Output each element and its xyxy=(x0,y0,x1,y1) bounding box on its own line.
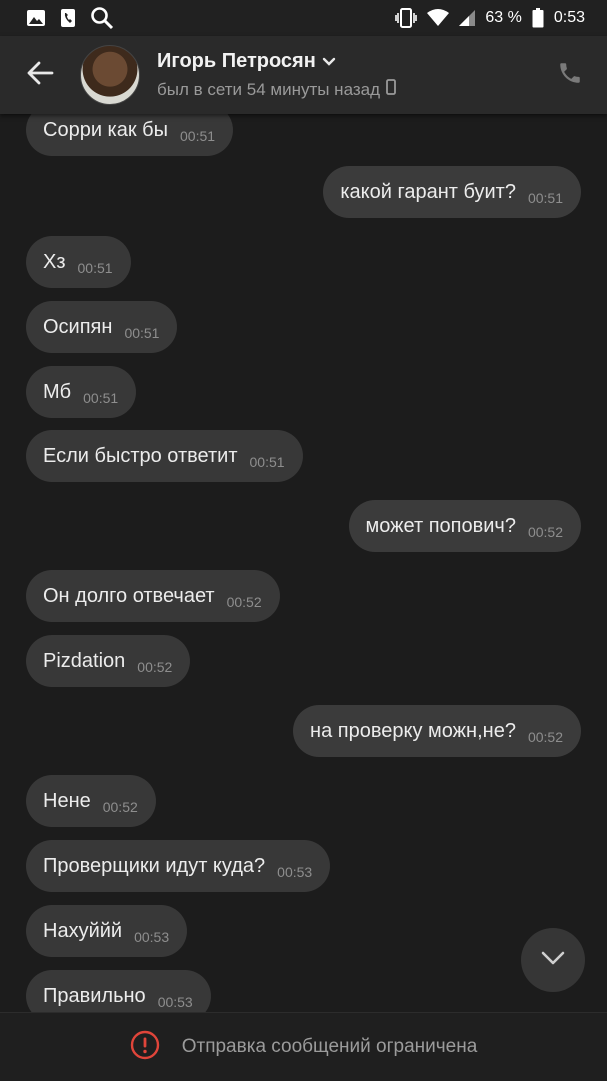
message-bubble[interactable]: Хз 00:51 xyxy=(26,236,131,288)
chat-header: Игорь Петросян был в сети 54 минуты наза… xyxy=(0,36,607,114)
scroll-to-bottom-button[interactable] xyxy=(521,928,585,992)
message-text: Нахуййй xyxy=(43,919,123,942)
message-bubble[interactable]: может попович? 00:52 xyxy=(348,500,581,552)
message-bubble[interactable]: Сорри как бы 00:51 xyxy=(26,114,234,156)
message-time: 00:51 xyxy=(124,325,160,341)
vibrate-icon xyxy=(395,8,418,28)
status-bar: 63 % 0:53 xyxy=(0,0,607,36)
message-text: Правильно xyxy=(43,984,146,1007)
message-time: 00:51 xyxy=(180,128,216,144)
chevron-down-icon xyxy=(540,950,566,971)
message-time: 00:52 xyxy=(527,729,563,745)
message-text: Он долго отвечает xyxy=(43,584,215,607)
chevron-down-icon xyxy=(322,50,336,73)
message-text: Мб xyxy=(43,380,72,403)
battery-percent: 63 % xyxy=(485,9,522,26)
message-text: Хз xyxy=(43,250,66,273)
message-time: 00:51 xyxy=(77,260,113,276)
message-time: 00:52 xyxy=(137,659,173,675)
message-time: 00:52 xyxy=(102,799,138,815)
message-time: 00:52 xyxy=(226,594,262,610)
phone-call-icon xyxy=(557,60,583,91)
message-bubble[interactable]: Мб 00:51 xyxy=(26,366,137,418)
message-text: Сорри как бы xyxy=(43,118,168,141)
phone-notification-icon xyxy=(60,8,76,28)
message-time: 00:53 xyxy=(277,864,313,880)
message-bubble[interactable]: Правильно 00:53 xyxy=(26,970,211,1012)
back-button[interactable] xyxy=(20,55,60,95)
message-list[interactable]: Сорри как бы 00:51 какой гарант буит? 00… xyxy=(0,114,607,1012)
message-bubble[interactable]: Pizdation 00:52 xyxy=(26,635,191,687)
message-bubble[interactable]: Проверщики идут куда? 00:53 xyxy=(26,840,331,892)
call-button[interactable] xyxy=(555,60,585,90)
signal-icon xyxy=(459,10,476,26)
back-arrow-icon xyxy=(26,61,54,90)
message-time: 00:53 xyxy=(134,929,170,945)
restriction-text: Отправка сообщений ограничена xyxy=(181,1036,478,1057)
wifi-icon xyxy=(427,9,450,27)
contact-name: Игорь Петросян xyxy=(157,50,316,72)
message-bubble[interactable]: на проверку можн,не? 00:52 xyxy=(293,705,581,757)
search-icon xyxy=(90,6,114,30)
battery-icon xyxy=(532,8,544,28)
message-bubble[interactable]: Нене 00:52 xyxy=(26,775,156,827)
message-bubble[interactable]: Нахуййй 00:53 xyxy=(26,905,188,957)
clock: 0:53 xyxy=(553,9,585,26)
message-text: Pizdation xyxy=(43,649,126,672)
restriction-banner: Отправка сообщений ограничена xyxy=(0,1012,607,1081)
contact-info[interactable]: Игорь Петросян был в сети 54 минуты наза… xyxy=(157,50,396,100)
message-time: 00:51 xyxy=(83,390,119,406)
message-bubble[interactable]: Если быстро ответит 00:51 xyxy=(26,430,303,482)
message-text: Если быстро ответит xyxy=(43,444,238,467)
contact-last-seen: был в сети 54 минуты назад xyxy=(157,79,381,99)
image-icon xyxy=(26,9,46,27)
mobile-device-icon xyxy=(386,79,396,100)
alert-circle-icon xyxy=(130,1030,160,1065)
message-time: 00:51 xyxy=(527,190,563,206)
message-text: Проверщики идут куда? xyxy=(43,854,266,877)
message-bubble[interactable]: Осипян 00:51 xyxy=(26,301,178,353)
message-text: Осипян xyxy=(43,315,113,338)
message-bubble[interactable]: какой гарант буит? 00:51 xyxy=(323,166,581,218)
message-time: 00:51 xyxy=(249,454,285,470)
message-text: какой гарант буит? xyxy=(340,180,516,203)
message-text: может попович? xyxy=(365,514,516,537)
message-time: 00:52 xyxy=(527,524,563,540)
message-text: Нене xyxy=(43,789,91,812)
message-time: 00:53 xyxy=(157,994,193,1010)
message-bubble[interactable]: Он долго отвечает 00:52 xyxy=(26,570,280,622)
message-text: на проверку можн,не? xyxy=(310,719,516,742)
avatar[interactable] xyxy=(80,45,140,105)
